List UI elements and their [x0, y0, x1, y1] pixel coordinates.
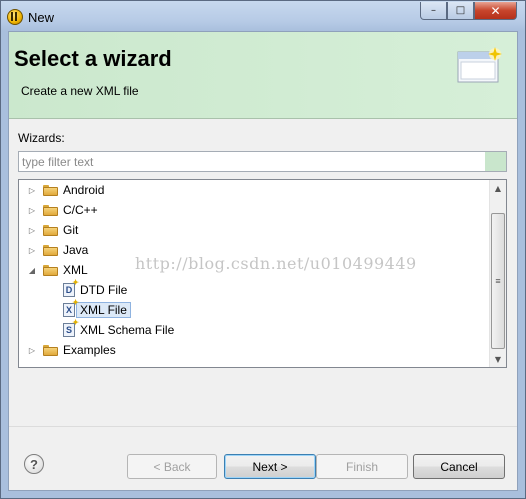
title-bar[interactable]: New – □ ✕ — [1, 1, 525, 31]
collapsed-arrow-icon[interactable]: ▷ — [27, 186, 37, 195]
page-title: Select a wizard — [14, 46, 172, 71]
wizard-banner: Select a wizard Create a new XML file — [9, 32, 517, 119]
tree-item-git[interactable]: ▷ Git — [27, 221, 78, 239]
cancel-button[interactable]: Cancel — [413, 454, 505, 479]
tree-item-xml[interactable]: ◢ XML — [27, 261, 88, 279]
help-icon[interactable]: ? — [24, 454, 44, 474]
page-description: Create a new XML file — [21, 84, 139, 98]
folder-icon — [43, 344, 58, 356]
tree-item-cpp[interactable]: ▷ C/C++ — [27, 201, 98, 219]
finish-button[interactable]: Finish — [316, 454, 408, 479]
expanded-arrow-icon[interactable]: ◢ — [27, 266, 37, 275]
dialog-body: Select a wizard Create a new XML file Wi… — [8, 31, 518, 491]
tree-item-label: Android — [63, 183, 105, 197]
dtd-file-icon: D — [63, 278, 79, 297]
collapsed-arrow-icon[interactable]: ▷ — [27, 246, 37, 255]
wizard-tree[interactable]: ▷ Android ▷ C/C++ ▷ Git ▷ Java ◢ XML D ✦… — [18, 179, 507, 368]
new-wizard-banner-icon — [457, 47, 502, 83]
folder-icon — [43, 204, 58, 216]
tree-item-dtd-file[interactable]: D DTD File — [63, 278, 128, 299]
folder-icon — [43, 184, 58, 196]
close-button[interactable]: ✕ — [474, 2, 517, 20]
filter-input[interactable] — [19, 152, 485, 171]
maximize-button[interactable]: □ — [447, 2, 474, 20]
scroll-down-icon[interactable]: ▼ — [490, 351, 506, 367]
back-button[interactable]: < Back — [127, 454, 217, 479]
minimize-button[interactable]: – — [420, 2, 447, 20]
tree-item-xml-schema-file[interactable]: S XML Schema File — [63, 318, 175, 339]
eclipse-icon — [7, 9, 23, 25]
folder-icon — [43, 244, 58, 256]
collapsed-arrow-icon[interactable]: ▷ — [27, 206, 37, 215]
new-wizard-dialog: New – □ ✕ Select a wizard Create a new X… — [0, 0, 526, 499]
button-bar-divider — [9, 426, 517, 427]
tree-item-label: C/C++ — [63, 203, 98, 217]
vertical-scrollbar[interactable]: ▲ ≡ ▼ — [489, 180, 506, 367]
collapsed-arrow-icon[interactable]: ▷ — [27, 346, 37, 355]
tree-item-label: Examples — [63, 343, 116, 357]
tree-item-label: Git — [63, 223, 79, 237]
clear-filter-icon[interactable] — [485, 152, 506, 171]
tree-item-xml-file[interactable]: X XML File — [63, 298, 131, 319]
scroll-up-icon[interactable]: ▲ — [490, 180, 506, 196]
folder-icon — [43, 224, 58, 236]
tree-item-label: XML — [63, 263, 88, 277]
scroll-thumb[interactable]: ≡ — [491, 213, 505, 349]
tree-item-label: DTD File — [80, 283, 128, 297]
wizards-label: Wizards: — [18, 131, 65, 145]
tree-item-android[interactable]: ▷ Android — [27, 181, 104, 199]
collapsed-arrow-icon[interactable]: ▷ — [27, 226, 37, 235]
tree-item-examples[interactable]: ▷ Examples — [27, 341, 116, 359]
open-folder-icon — [43, 264, 58, 276]
window-controls: – □ ✕ — [420, 2, 517, 20]
tree-item-label: XML Schema File — [80, 323, 175, 337]
xml-schema-file-icon: S — [63, 318, 79, 337]
next-button[interactable]: Next > — [224, 454, 316, 479]
tree-item-label: XML File — [76, 302, 131, 318]
tree-item-label: Java — [63, 243, 89, 257]
xml-file-icon: X — [63, 298, 79, 317]
window-title: New — [28, 10, 55, 25]
tree-item-java[interactable]: ▷ Java — [27, 241, 88, 259]
watermark: http://blog.csdn.net/u010499449 — [135, 254, 417, 273]
filter-field[interactable] — [18, 151, 507, 172]
